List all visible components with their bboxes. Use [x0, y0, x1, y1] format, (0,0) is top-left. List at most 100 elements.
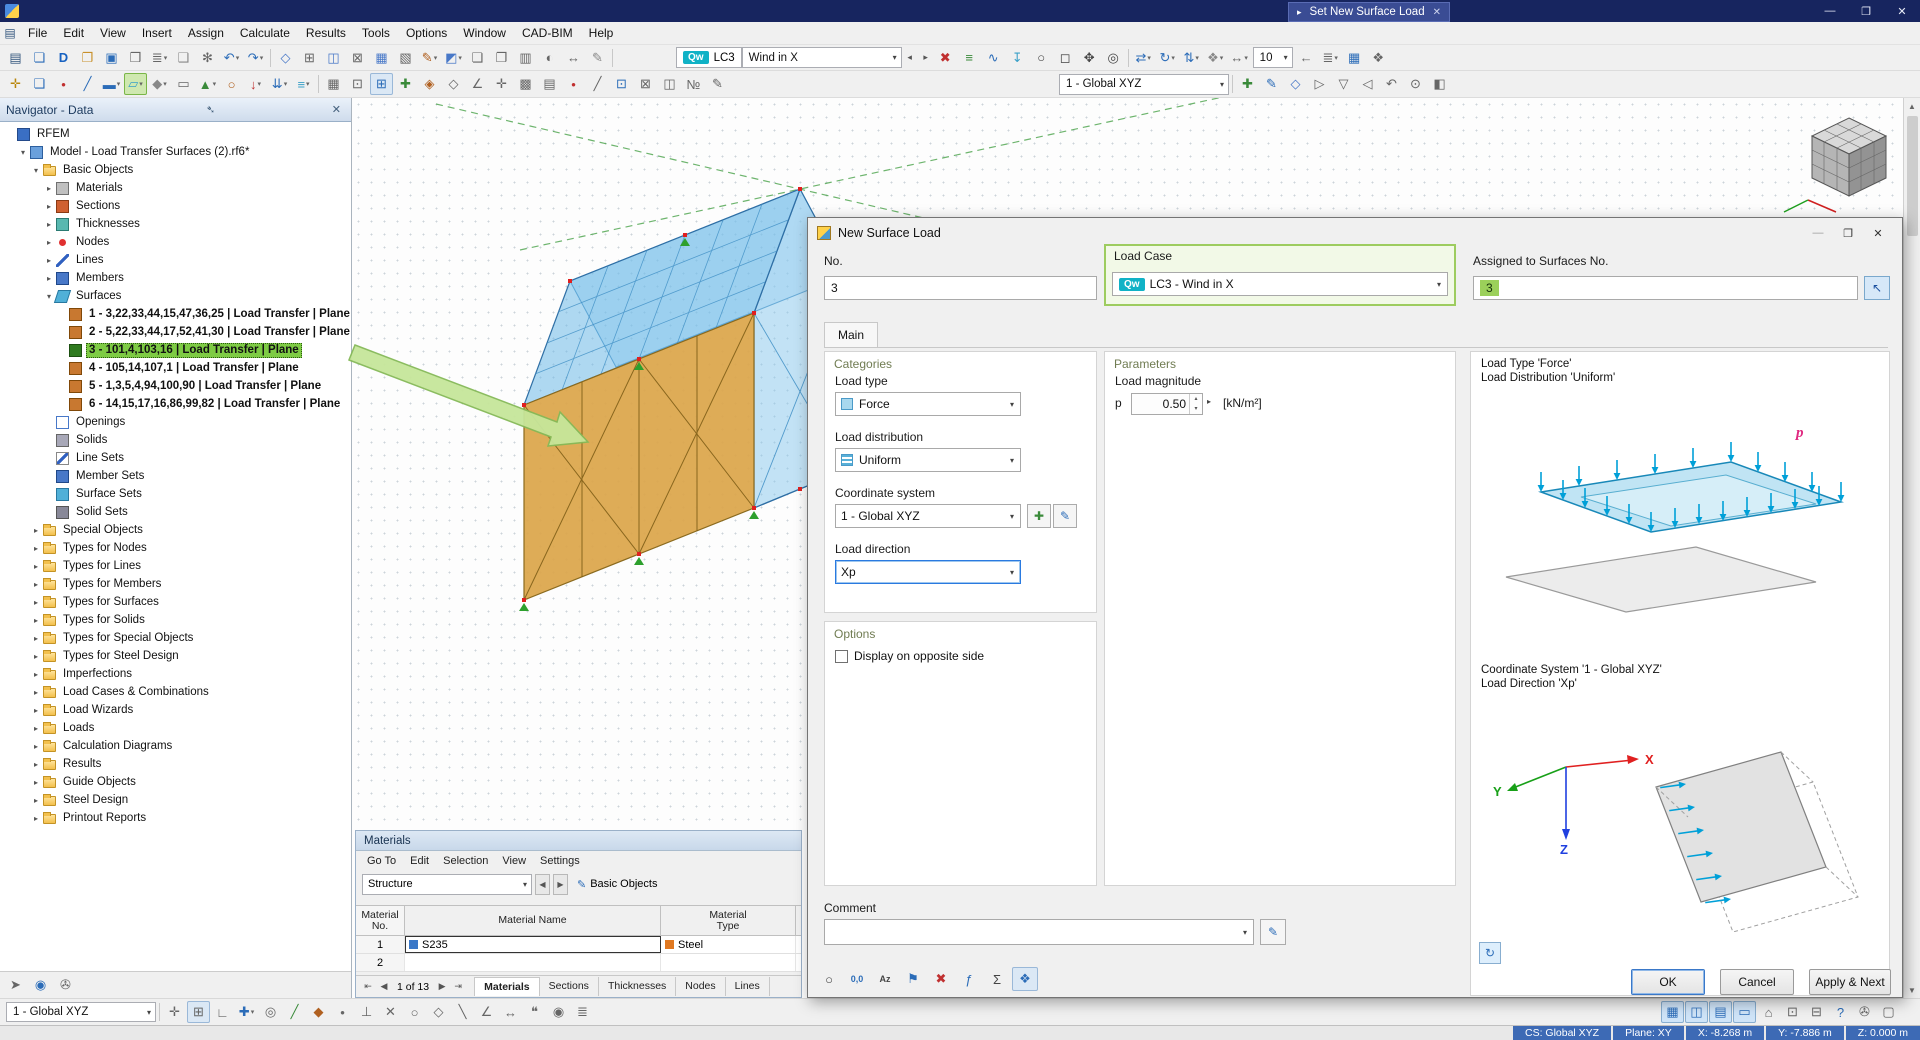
- expand-icon[interactable]: ▸: [43, 274, 55, 283]
- tree-item-types-for-solids[interactable]: ▸ Types for Solids: [0, 611, 351, 629]
- measure-icon[interactable]: ↔: [562, 47, 585, 69]
- intersection-snap-icon[interactable]: ✕: [379, 1001, 402, 1023]
- tree-item-solids[interactable]: Solids: [0, 431, 351, 449]
- tab-lines[interactable]: Lines: [726, 977, 770, 996]
- tree-item-types-for-nodes[interactable]: ▸ Types for Nodes: [0, 539, 351, 557]
- line-grid-icon[interactable]: ▤: [538, 73, 561, 95]
- loads-display-icon[interactable]: ↧: [1006, 47, 1029, 69]
- chart-icon[interactable]: ▧: [394, 47, 417, 69]
- isometry-icon[interactable]: ◇: [1284, 73, 1307, 95]
- expand-icon[interactable]: ▸: [30, 580, 42, 589]
- tree-item-types-for-surfaces[interactable]: ▸ Types for Surfaces: [0, 593, 351, 611]
- tree-item-surface-5[interactable]: 5 - 1,3,5,4,94,100,90 | Load Transfer | …: [0, 377, 351, 395]
- view-y-icon[interactable]: ▽: [1332, 73, 1355, 95]
- navigator-toggle-icon[interactable]: ▤: [1709, 1001, 1732, 1023]
- menu-help[interactable]: Help: [581, 22, 622, 44]
- guidelines-icon[interactable]: ✚: [394, 73, 417, 95]
- printout-report-icon[interactable]: ≣: [148, 47, 171, 69]
- zoom-window-icon[interactable]: ◻: [1054, 47, 1077, 69]
- expand-icon[interactable]: ▸: [30, 760, 42, 769]
- snap-icon[interactable]: ✛: [163, 1001, 186, 1023]
- expand-icon[interactable]: ▸: [43, 184, 55, 193]
- tree-item-surface-4[interactable]: 4 - 105,14,107,1 | Load Transfer | Plane: [0, 359, 351, 377]
- sync-rotation-button[interactable]: ↻: [1479, 942, 1501, 964]
- tree-item-surface-sets[interactable]: Surface Sets: [0, 485, 351, 503]
- list-icon[interactable]: ≣: [1319, 47, 1342, 69]
- search-icon[interactable]: ◎: [1102, 47, 1125, 69]
- cs-new-icon[interactable]: ✚: [1236, 73, 1259, 95]
- select-special-icon[interactable]: ⊡: [346, 73, 369, 95]
- move-objects-icon[interactable]: ⇄: [1132, 47, 1155, 69]
- menu-options[interactable]: Options: [398, 22, 455, 44]
- tree-item-load-cases-combinations[interactable]: ▸ Load Cases & Combinations: [0, 683, 351, 701]
- tree-item-types-for-steel-design[interactable]: ▸ Types for Steel Design: [0, 647, 351, 665]
- first-page-icon[interactable]: ⇤: [360, 981, 376, 992]
- tab-main[interactable]: Main: [824, 322, 878, 348]
- visibility-icon[interactable]: ◉: [547, 1001, 570, 1023]
- rotate-objects-icon[interactable]: ↻: [1156, 47, 1179, 69]
- undo-icon[interactable]: ↶: [220, 47, 243, 69]
- view-3d-icon[interactable]: ◇: [274, 47, 297, 69]
- home-icon[interactable]: ⌂: [1757, 1001, 1780, 1023]
- window-maximize-button[interactable]: ❐: [1848, 0, 1884, 22]
- dialog-maximize-button[interactable]: ❐: [1833, 221, 1863, 245]
- connect-lines-icon[interactable]: ❖: [1204, 47, 1227, 69]
- dimension-snap-icon[interactable]: ↔: [499, 1001, 522, 1023]
- tab-nodes[interactable]: Nodes: [676, 977, 725, 996]
- perpendicular-snap-icon[interactable]: ⊥: [355, 1001, 378, 1023]
- snap-grid-icon[interactable]: ⊞: [370, 73, 393, 95]
- material-name-cell[interactable]: [405, 954, 661, 971]
- move-view-icon[interactable]: ✥: [1078, 47, 1101, 69]
- plane-xy-icon[interactable]: ◇: [442, 73, 465, 95]
- column-header-material-no[interactable]: MaterialNo.: [356, 906, 405, 935]
- coordinate-system-dropdown[interactable]: 1 - Global XYZ ▾: [835, 504, 1021, 528]
- tree-item-rfem[interactable]: RFEM: [0, 125, 351, 143]
- origin-icon[interactable]: ✛: [490, 73, 513, 95]
- camera-icon[interactable]: ✇: [1853, 1001, 1876, 1023]
- expand-icon[interactable]: ▾: [17, 148, 29, 157]
- previous-view-icon[interactable]: ↶: [1380, 73, 1403, 95]
- dialog-close-button[interactable]: ✕: [1863, 221, 1893, 245]
- work-cs-combo[interactable]: 1 - Global XYZ ▾: [6, 1002, 156, 1022]
- numbering-icon[interactable]: №: [682, 73, 705, 95]
- expand-icon[interactable]: ▸: [30, 814, 42, 823]
- load-distribution-dropdown[interactable]: Uniform ▾: [835, 448, 1021, 472]
- decimal-places-icon[interactable]: 0,0: [844, 967, 870, 991]
- split-window-icon[interactable]: ◫: [322, 47, 345, 69]
- mesh-icon[interactable]: ▩: [514, 73, 537, 95]
- new-coordinate-system-button[interactable]: ✚: [1027, 504, 1051, 528]
- edit-mode-icon[interactable]: ✎: [418, 47, 441, 69]
- tree-item-surfaces[interactable]: ▾ Surfaces: [0, 287, 351, 305]
- menu-cad-bim[interactable]: CAD-BIM: [514, 22, 581, 44]
- close-tab-icon[interactable]: ✕: [1433, 7, 1441, 18]
- expand-icon[interactable]: ▸: [30, 724, 42, 733]
- table-toggle-icon[interactable]: ▦: [1661, 1001, 1684, 1023]
- menu-insert[interactable]: Insert: [134, 22, 180, 44]
- materials-menu-go-to[interactable]: Go To: [360, 853, 403, 869]
- tree-item-special-objects[interactable]: ▸ Special Objects: [0, 521, 351, 539]
- snap-node-icon[interactable]: •: [562, 73, 585, 95]
- load-member-icon[interactable]: ⇊: [268, 73, 291, 95]
- deselect-icon[interactable]: ⊠: [634, 73, 657, 95]
- expand-icon[interactable]: ▸: [30, 598, 42, 607]
- materials-menu-settings[interactable]: Settings: [533, 853, 587, 869]
- tab-sections[interactable]: Sections: [540, 977, 599, 996]
- surface-tool-icon[interactable]: ▱: [124, 73, 147, 95]
- load-type-dropdown[interactable]: Force ▾: [835, 392, 1021, 416]
- expand-icon[interactable]: ▸: [30, 688, 42, 697]
- navigator-toggle-icon[interactable]: ▤: [0, 26, 20, 40]
- settings-icon[interactable]: ✻: [196, 47, 219, 69]
- select-filter-icon[interactable]: ➤: [4, 974, 27, 996]
- calculate-all-icon[interactable]: ≡: [958, 47, 981, 69]
- tree-item-model[interactable]: ▾ Model - Load Transfer Surfaces (2).rf6…: [0, 143, 351, 161]
- coordinate-system-combo[interactable]: 1 - Global XYZ ▾: [1059, 74, 1229, 95]
- edit-properties-icon[interactable]: ✛: [4, 73, 27, 95]
- full-precision-icon[interactable]: ◐: [538, 47, 561, 69]
- copy-object-icon[interactable]: ❏: [28, 73, 51, 95]
- load-case-dropdown[interactable]: Qw LC3 - Wind in X ▾: [1112, 272, 1448, 296]
- window-close-button[interactable]: ✕: [1884, 0, 1920, 22]
- tree-item-surface-2[interactable]: 2 - 5,22,33,44,17,52,41,30 | Load Transf…: [0, 323, 351, 341]
- materials-menu-edit[interactable]: Edit: [403, 853, 436, 869]
- tree-item-solid-sets[interactable]: Solid Sets: [0, 503, 351, 521]
- comment-edit-button[interactable]: ✎: [1260, 919, 1286, 945]
